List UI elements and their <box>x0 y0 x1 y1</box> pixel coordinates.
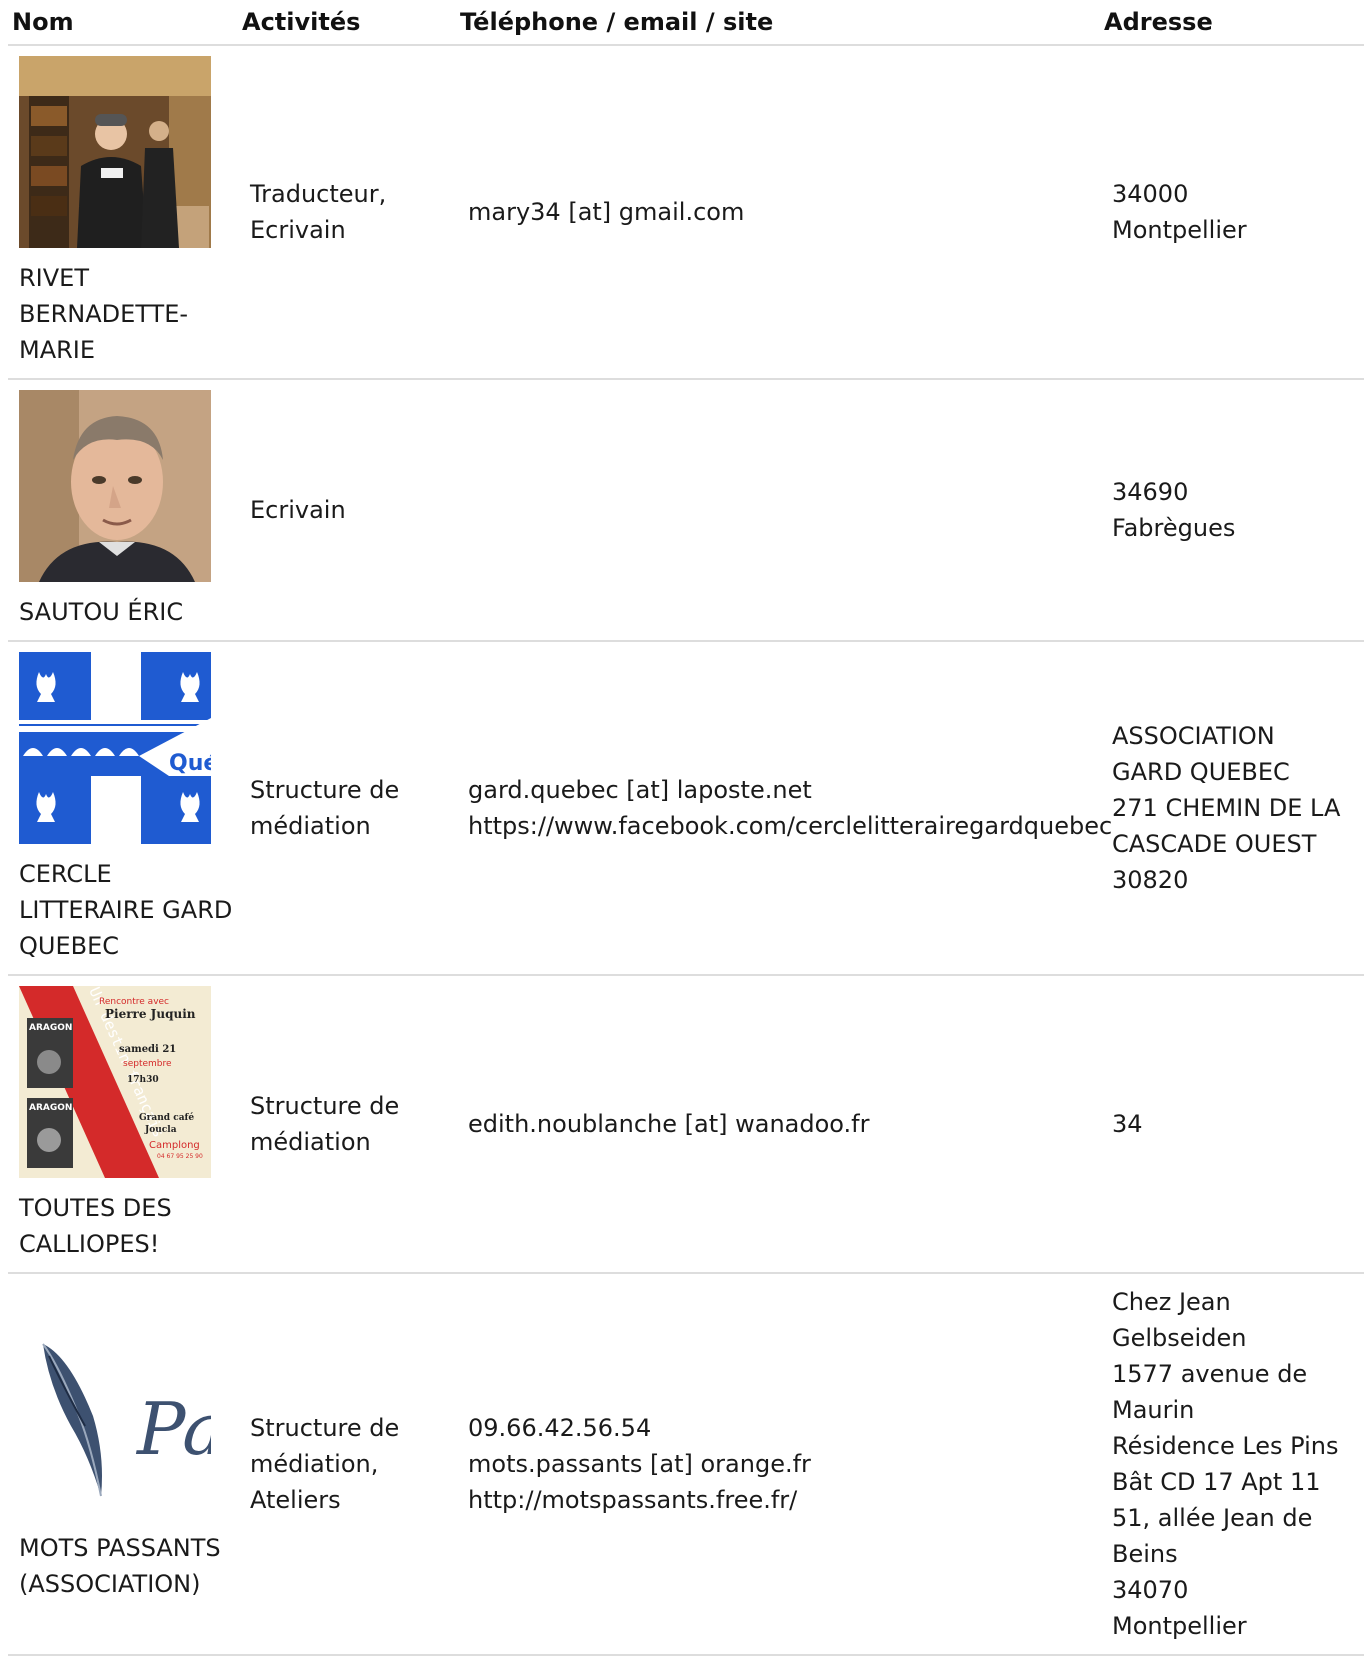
table-row: Qué CERCLE LITTERAIRE GARD QUEBEC Struct… <box>8 641 1364 976</box>
poster-phone: 04 67 95 25 90 <box>157 1153 203 1160</box>
poster-venue: Joucla <box>144 1125 177 1135</box>
address-line: ASSOCIATION GARD QUEBEC <box>1112 722 1290 786</box>
contact-cell <box>456 379 1100 642</box>
table-row: Un destin français Rencontre avec Pierre… <box>8 975 1364 1274</box>
address-line: Montpellier <box>1112 216 1247 244</box>
table-row: RIVET BERNADETTE-MARIE Traducteur, Ecriv… <box>8 45 1364 380</box>
logo-text: Qué <box>169 751 211 776</box>
website-link[interactable]: http://motspassants.free.fr/ <box>468 1482 1088 1518</box>
address-line: 271 CHEMIN DE LA CASCADE OUEST <box>1112 794 1341 858</box>
activities-cell: Ecrivain <box>238 379 456 642</box>
address-line: 1577 avenue de Maurin <box>1112 1360 1308 1424</box>
address-line: 34070 <box>1112 1576 1189 1604</box>
column-header-adresse[interactable]: Adresse <box>1100 0 1364 46</box>
column-header-activites[interactable]: Activités <box>238 0 456 46</box>
poster-time: 17h30 <box>127 1075 159 1085</box>
logo-text: Pa <box>135 1387 211 1471</box>
poster-guest: Pierre Juquin <box>105 1007 196 1021</box>
email-link[interactable]: edith.noublanche [at] wanadoo.fr <box>468 1106 1088 1142</box>
contact-cell: mary34 [at] gmail.com <box>456 45 1100 380</box>
poster-month: septembre <box>123 1059 172 1069</box>
activities-cell: Structure de médiation, Ateliers <box>238 1273 456 1656</box>
poster-venue: Grand café <box>139 1112 194 1123</box>
name-cell: SAUTOU ÉRIC <box>8 379 238 642</box>
poster-intro: Rencontre avec <box>99 997 169 1007</box>
contact-cell: gard.quebec [at] laposte.net https://www… <box>456 641 1112 976</box>
address-cell: Chez Jean Gelbseiden 1577 avenue de Maur… <box>1100 1273 1364 1656</box>
column-header-contact[interactable]: Téléphone / email / site <box>456 0 1100 46</box>
portrait-man-photo[interactable] <box>19 390 219 590</box>
entry-name[interactable]: CERCLE LITTERAIRE GARD QUEBEC <box>19 856 234 964</box>
address-line: 34690 <box>1112 478 1189 506</box>
poster-date: samedi 21 <box>119 1044 176 1055</box>
phone-number[interactable]: 09.66.42.56.54 <box>468 1410 1088 1446</box>
address-cell: 34 <box>1100 975 1364 1274</box>
address-line: 34 <box>1112 1110 1143 1138</box>
poster-book-title: ARAGON <box>29 1103 72 1113</box>
event-poster[interactable]: Un destin français Rencontre avec Pierre… <box>19 986 219 1186</box>
address-cell: 34690 Fabrègues <box>1100 379 1364 642</box>
address-line: 30820 <box>1112 866 1189 894</box>
table-header-row: Nom Activités Téléphone / email / site A… <box>8 0 1364 46</box>
poster-town: Camplong <box>149 1140 200 1151</box>
address-line: Montpellier <box>1112 1612 1247 1640</box>
table-row: SAUTOU ÉRIC Ecrivain 34690 Fabrègues <box>8 379 1364 642</box>
activities-cell: Structure de médiation <box>238 975 456 1274</box>
address-cell: 34000 Montpellier <box>1100 45 1364 380</box>
column-header-nom[interactable]: Nom <box>8 0 238 46</box>
address-line: Fabrègues <box>1112 514 1236 542</box>
website-link[interactable]: https://www.facebook.com/cerclelitterair… <box>468 808 1112 844</box>
portrait-library-photo[interactable] <box>19 56 219 256</box>
address-line: 34000 <box>1112 180 1189 208</box>
entry-name[interactable]: RIVET BERNADETTE-MARIE <box>19 260 234 368</box>
name-cell: Qué CERCLE LITTERAIRE GARD QUEBEC <box>8 641 238 976</box>
directory-table: Nom Activités Téléphone / email / site A… <box>8 0 1364 1656</box>
name-cell: Un destin français Rencontre avec Pierre… <box>8 975 238 1274</box>
name-cell: Pa MOTS PASSANTS (ASSOCIATION) <box>8 1273 238 1656</box>
contact-cell: edith.noublanche [at] wanadoo.fr <box>456 975 1100 1274</box>
activities-cell: Structure de médiation <box>238 641 456 976</box>
email-link[interactable]: mots.passants [at] orange.fr <box>468 1446 1088 1482</box>
email-link[interactable]: gard.quebec [at] laposte.net <box>468 772 1088 808</box>
contact-cell: 09.66.42.56.54 mots.passants [at] orange… <box>456 1273 1100 1656</box>
poster-book-title: ARAGON <box>29 1023 72 1033</box>
email-link[interactable]: mary34 [at] gmail.com <box>468 194 1088 230</box>
table-row: Pa MOTS PASSANTS (ASSOCIATION) Structure… <box>8 1273 1364 1656</box>
quill-logo[interactable]: Pa <box>19 1326 219 1526</box>
entry-name[interactable]: SAUTOU ÉRIC <box>19 594 234 630</box>
entry-name[interactable]: TOUTES DES CALLIOPES! <box>19 1190 234 1262</box>
directory-page: Nom Activités Téléphone / email / site A… <box>0 0 1368 1656</box>
quebec-flag-logo[interactable]: Qué <box>19 652 219 852</box>
address-line: Chez Jean Gelbseiden <box>1112 1288 1247 1352</box>
address-line: Résidence Les Pins Bât CD 17 Apt 11 51, … <box>1112 1432 1339 1568</box>
name-cell: RIVET BERNADETTE-MARIE <box>8 45 238 380</box>
address-cell: ASSOCIATION GARD QUEBEC 271 CHEMIN DE LA… <box>1100 641 1364 976</box>
entry-name[interactable]: MOTS PASSANTS (ASSOCIATION) <box>19 1530 234 1602</box>
activities-cell: Traducteur, Ecrivain <box>238 45 456 380</box>
